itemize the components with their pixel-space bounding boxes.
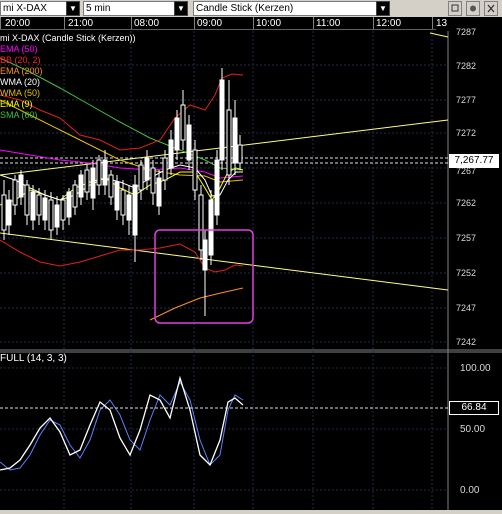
price-label: 7257 bbox=[456, 233, 477, 243]
price-chart[interactable] bbox=[0, 0, 502, 514]
legend-sma-60: SMA (60) bbox=[0, 110, 38, 120]
legend-ema-50: EMA (50) bbox=[0, 44, 38, 54]
price-label: 7252 bbox=[456, 268, 477, 278]
legend-bb: BB (20, 2) bbox=[0, 55, 41, 65]
price-label: 7247 bbox=[456, 303, 477, 313]
price-label: 7262 bbox=[456, 198, 477, 208]
price-label: 7282 bbox=[456, 61, 477, 71]
legend-wma-50: WMA (50) bbox=[0, 88, 41, 98]
stochastic-axis-label: 100.00 bbox=[460, 363, 491, 374]
legend-ema-9: EMA (9) bbox=[0, 99, 33, 109]
legend-ema-200: EMA (200) bbox=[0, 66, 43, 76]
stochastic-value-badge: 66.84 bbox=[449, 401, 499, 415]
stochastic-d-line bbox=[0, 380, 244, 471]
price-label: 7242 bbox=[456, 337, 477, 347]
legend-main: mi X-DAX (Candle Stick (Kerzen)) bbox=[0, 33, 136, 43]
price-label: 7277 bbox=[456, 95, 477, 105]
price-label: 7272 bbox=[456, 128, 477, 138]
price-label: 7287 bbox=[456, 27, 477, 37]
bottom-scrollbar[interactable] bbox=[0, 510, 502, 514]
legend-wma-20: WMA (20) bbox=[0, 77, 41, 87]
stochastic-axis-label: 50.00 bbox=[460, 424, 486, 435]
stochastic-label: FULL (14, 3, 3) bbox=[0, 353, 67, 364]
last-price-badge: 7,267.77 bbox=[449, 154, 499, 168]
stochastic-axis-label: 0.00 bbox=[460, 485, 480, 496]
